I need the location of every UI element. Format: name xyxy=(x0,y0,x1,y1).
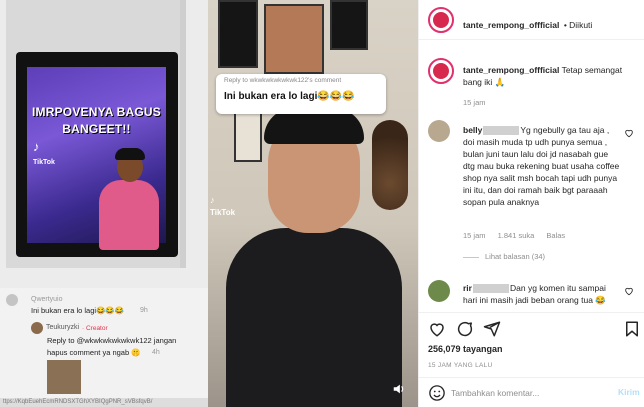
creator-reply-line1: Reply to @wkwkwkwkwkwk122 jangan xyxy=(47,336,177,345)
instagram-sidebar: tante_rempong_offficial • Diikuti tante_… xyxy=(418,0,644,407)
comment-time: 15 jam xyxy=(463,231,486,240)
bookmark-icon[interactable] xyxy=(623,320,641,338)
caption-time: 15 jam xyxy=(463,98,486,107)
account-username[interactable]: tante_rempong_offficial xyxy=(463,20,559,30)
wall-poster xyxy=(330,0,368,50)
reply-sticker-text: Ini bukan era lo lagi😂😂😂 xyxy=(224,91,355,102)
tiktok-label: TikTok xyxy=(210,208,236,217)
creator-username: Teukuryzki xyxy=(46,324,80,331)
laptop-image: IMRPOVENYA BAGUS BANGEET!! ♪ TikTok xyxy=(6,0,186,268)
tiktok-comments: Qwertyuio Ini bukan era lo lagi😂😂😂 9h Te… xyxy=(0,288,208,407)
emoji-icon[interactable] xyxy=(428,384,446,402)
wall-poster xyxy=(218,0,258,68)
post-comment-button[interactable]: Kirim xyxy=(618,387,640,397)
comment-time: 9h xyxy=(140,307,148,314)
wall-poster xyxy=(234,112,262,162)
tiktok-icon: ♪ xyxy=(210,195,215,205)
post-timestamp[interactable]: 15 JAM YANG LALU xyxy=(428,362,493,369)
overlay-caption-line2: BANGEET!! xyxy=(62,122,131,136)
creator-reply-line2: hapus comment ya ngab 🤫 xyxy=(47,348,141,357)
comment-text-lead: Dan yg komen itu sampai xyxy=(509,283,606,293)
comment-username[interactable]: rir xyxy=(463,283,472,293)
share-icon[interactable] xyxy=(483,320,501,338)
like-heart-icon[interactable] xyxy=(428,320,446,338)
comment-1: belly Yg ngebully ga tau aja , doi masih … xyxy=(463,124,621,208)
commenter-avatar[interactable] xyxy=(428,120,450,142)
overlay-caption-line1: IMRPOVENYA BAGUS xyxy=(31,105,161,119)
comment-icon[interactable] xyxy=(456,320,474,338)
wall-poster xyxy=(264,4,324,74)
caption-username[interactable]: tante_rempong_offficial xyxy=(463,65,559,75)
like-comment-heart-icon[interactable] xyxy=(624,128,634,138)
comment-text-lead: Yg ngebully ga tau xyxy=(520,125,591,135)
caption: tante_rempong_offficial Tetap semangat b… xyxy=(463,64,641,88)
view-count[interactable]: 256,079 tayangan xyxy=(428,344,503,354)
comment-text: Ini bukan era lo lagi😂😂😂 xyxy=(31,306,125,315)
follow-status[interactable]: • Diikuti xyxy=(564,20,592,30)
comment-input[interactable] xyxy=(451,386,601,400)
singer-figure xyxy=(97,148,159,250)
laptop-screen: IMRPOVENYA BAGUS BANGEET!! ♪ TikTok xyxy=(24,64,169,250)
comment-text: aja , doi masih muda tp udh punya semua … xyxy=(463,125,620,207)
caption-avatar[interactable] xyxy=(428,58,454,84)
person-shirt xyxy=(226,228,402,407)
reply-sticker-header: Reply to wkwkwkwkwkwk122's comment xyxy=(224,77,342,84)
creator-badge: · Creator xyxy=(82,325,108,332)
view-replies-button[interactable]: Lihat balasan (34) xyxy=(463,252,545,261)
comment-username: Qwertyuio xyxy=(31,296,63,303)
reply-button[interactable]: Balas xyxy=(546,231,565,240)
commenter-avatar[interactable] xyxy=(428,280,450,302)
reply-comment-sticker: Reply to wkwkwkwkwkwk122's comment Ini b… xyxy=(216,74,386,114)
post-media[interactable]: IMRPOVENYA BAGUS BANGEET!! ♪ TikTok Qwer… xyxy=(0,0,418,407)
guitar-image xyxy=(372,120,408,210)
redacted-name xyxy=(472,284,509,294)
right-video-panel: Reply to wkwkwkwkwkwk122's comment Ini b… xyxy=(208,0,418,407)
left-video-panel: IMRPOVENYA BAGUS BANGEET!! ♪ TikTok Qwer… xyxy=(0,0,208,407)
comment-like-count[interactable]: 1.841 suka xyxy=(498,231,535,240)
action-bar xyxy=(419,312,644,342)
tiktok-icon: ♪ xyxy=(33,139,40,154)
creator-reply-time: 4h xyxy=(152,349,160,356)
like-comment-heart-icon[interactable] xyxy=(624,286,634,296)
url-bar: ttps://KqbEuehEcmRNDSXTGhXYBIQgPNR_sVBsf… xyxy=(0,398,208,407)
tiktok-label: TikTok xyxy=(33,159,55,166)
comment-2: rir Dan yg komen itu sampai hari ini masi… xyxy=(463,282,621,306)
comment-bar: Kirim xyxy=(419,377,644,407)
commenter-avatar xyxy=(6,294,18,306)
post-header: tante_rempong_offficial • Diikuti xyxy=(419,0,644,40)
comment-text: hari ini masih jadi beban orang tua 😂 xyxy=(463,295,606,305)
comment-username[interactable]: belly xyxy=(463,125,482,135)
volume-icon[interactable] xyxy=(392,382,406,396)
reply-video-thumbnail[interactable] xyxy=(47,360,81,394)
account-avatar[interactable] xyxy=(428,7,454,33)
redacted-name xyxy=(483,126,520,136)
creator-avatar xyxy=(31,322,43,334)
